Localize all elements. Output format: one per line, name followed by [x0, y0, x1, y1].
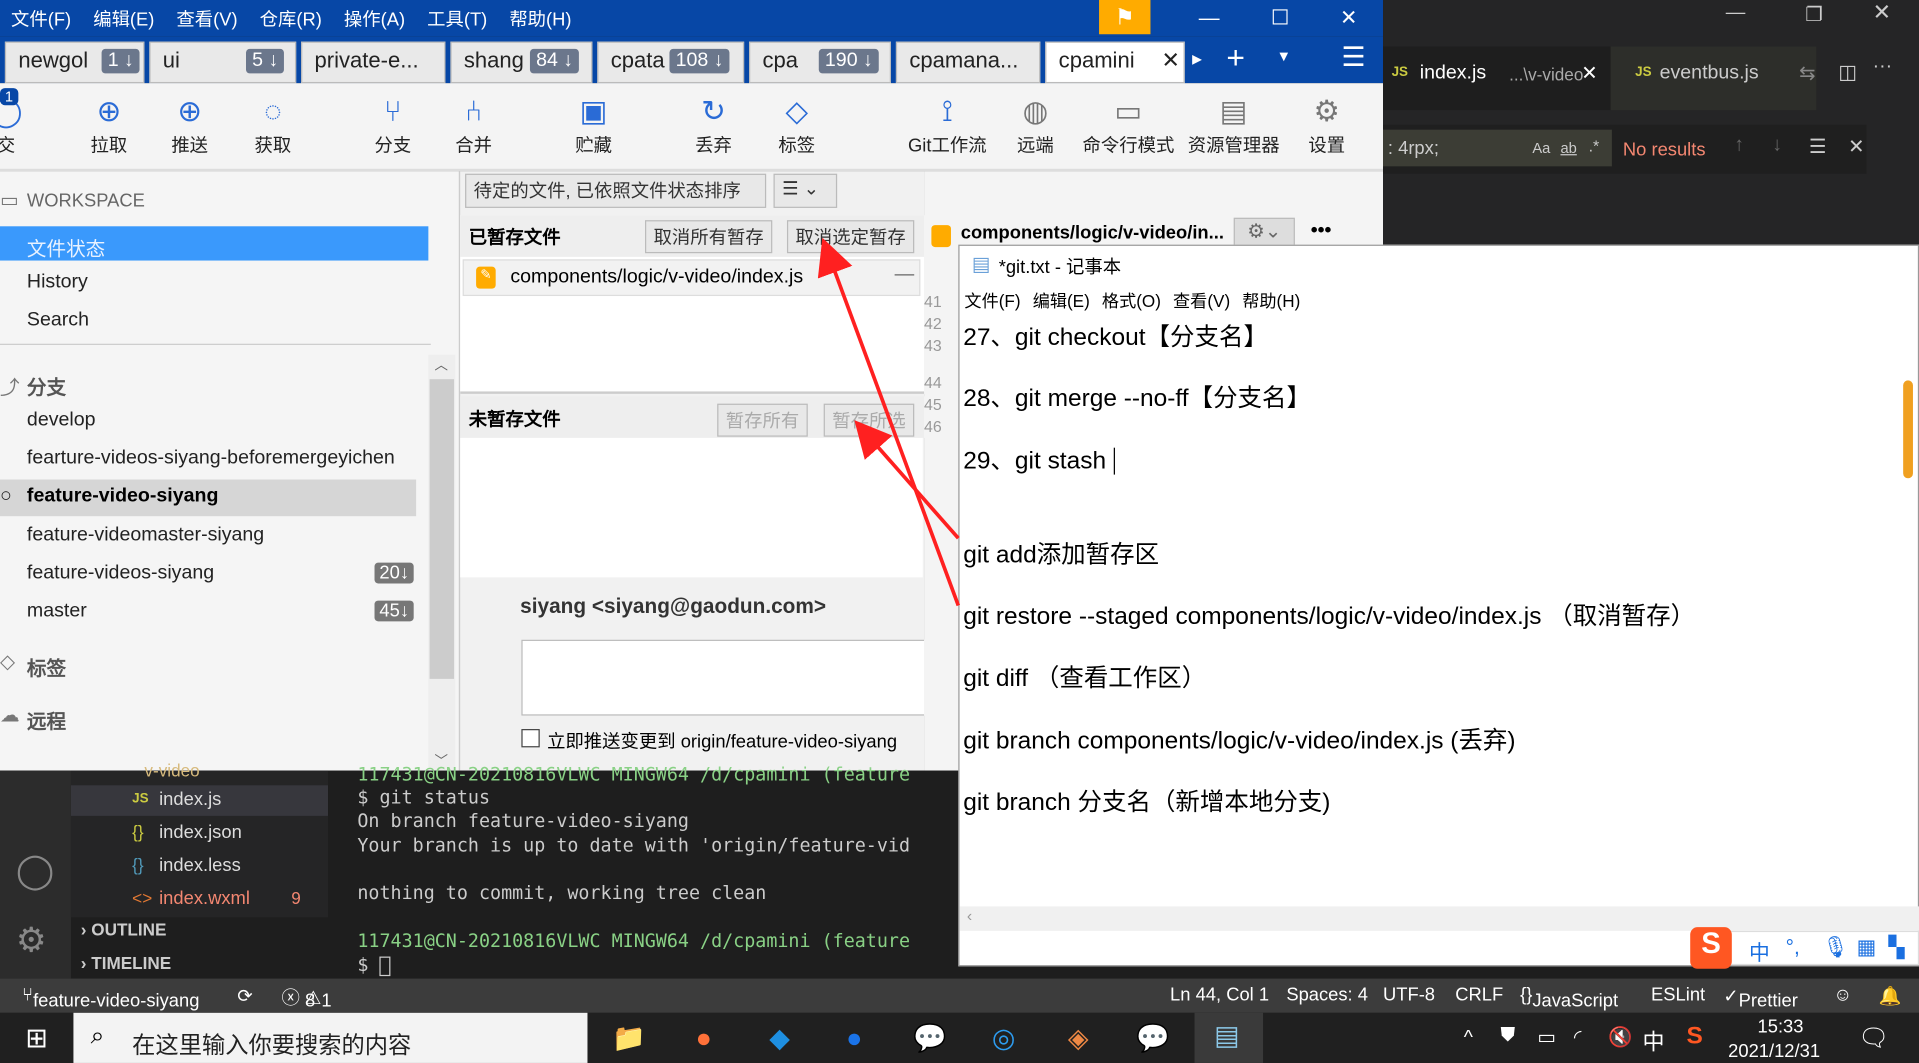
arrow-to-unstage-selected — [817, 237, 961, 607]
arrow-to-stage-selected — [854, 420, 960, 540]
annotation-arrows — [817, 237, 961, 607]
